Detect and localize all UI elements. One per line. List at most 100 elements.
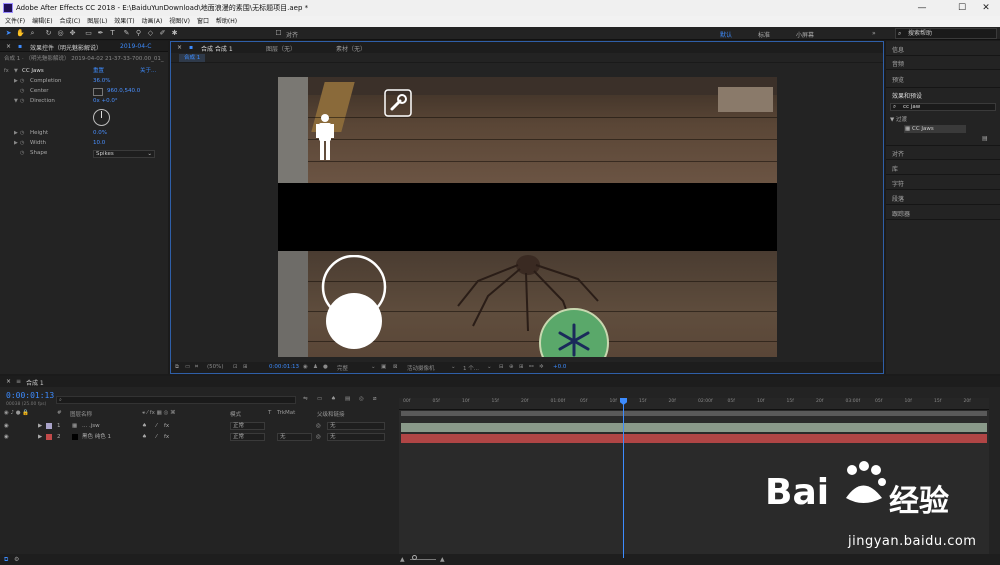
workspace-small-screen[interactable]: 小屏幕 [796,30,814,39]
workspace-default[interactable]: 默认 [720,30,732,39]
stopwatch-icon[interactable]: ◷ [20,77,24,86]
new-bin-icon[interactable]: ▤ [982,135,988,142]
fx-switch-icon[interactable]: fx [164,432,169,442]
effect-controls-tab[interactable]: 效果控件（明光魅影解说） [30,43,102,52]
type-tool-icon[interactable]: T [108,29,117,38]
menu-composition[interactable]: 合成(C) [59,16,80,27]
table-row[interactable]: ◉ ▶ 2 黑色 纯色 1 ♠ ⁄ fx 正常 无 ◎ 无 [0,432,398,442]
menu-window[interactable]: 窗口 [197,16,209,27]
snapshot-camera-icon[interactable]: ◉ [303,364,308,370]
comp-button-icon[interactable]: ⧉ [4,556,8,564]
channel-color-icon[interactable]: ● [323,364,328,370]
player-figure-icon[interactable] [315,113,335,161]
show-snapshot-icon[interactable]: ♟ [313,364,318,370]
menu-view[interactable]: 视图(V) [169,16,190,27]
completion-value[interactable]: 36.0% [93,77,110,86]
maximize-button[interactable]: ☐ [952,2,972,14]
panel-library[interactable]: 库 [892,164,898,173]
panel-preview[interactable]: 预览 [892,75,904,84]
layer-name[interactable]: 黑色 纯色 1 [82,432,111,442]
layer-2-duration-bar[interactable] [401,434,987,443]
expand-triangle-icon[interactable]: ▶ [38,421,42,431]
mode-dropdown[interactable]: 正常 [230,422,265,430]
tab-composition[interactable]: 合成 合成 1 [201,44,233,53]
region-icon[interactable]: ⊡ [233,364,238,370]
close-tab-icon[interactable]: × [6,43,11,50]
chevron-down-icon[interactable]: ⌄ [487,364,492,370]
quality-switch-icon[interactable]: ⁄ [156,421,157,431]
menu-layer[interactable]: 图层(L) [87,16,107,27]
playhead-line[interactable] [623,398,624,558]
motion-blur-icon[interactable]: ◎ [359,396,364,402]
panel-audio[interactable]: 音频 [892,59,904,68]
parent-dropdown[interactable]: 无 [327,433,385,441]
quality-switch-icon[interactable]: ⁄ [156,432,157,442]
current-time-display[interactable]: 0:00:01:13 [269,364,299,370]
puppet-tool-icon[interactable]: ✱ [170,29,179,38]
width-value[interactable]: 10.0 [93,139,105,148]
effects-category[interactable]: ▼ 过渡 [890,115,907,123]
panel-tracker[interactable]: 跟踪器 [892,209,910,218]
chevron-down-icon[interactable]: ⌄ [371,364,376,370]
center-value[interactable]: 960.0,540.0 [107,87,140,96]
label-color-chip[interactable] [46,423,52,429]
panel-character[interactable]: 字符 [892,179,904,188]
views-dropdown[interactable]: 1 个... [463,364,479,372]
column-trkmat[interactable]: TrkMat [277,410,295,416]
table-row[interactable]: ◉ ▶ 1 ▦ ... .jsw ♠ ⁄ fx 正常 ◎ 无 [0,421,398,431]
direction-value[interactable]: 0x +0.0° [93,97,118,106]
help-search-input[interactable]: ⌕ 搜索帮助 [895,28,997,39]
composition-viewer[interactable] [278,77,777,357]
close-tab-icon[interactable]: × [177,44,182,51]
shy-switch-icon[interactable]: ♠ [142,421,147,431]
stopwatch-icon[interactable]: ◷ [20,87,24,96]
expand-triangle-icon[interactable]: ▶ [14,139,18,148]
brush-tool-icon[interactable]: ✎ [122,29,131,38]
draft-3d-icon[interactable]: ▭ [317,396,322,402]
layer-search-input[interactable]: ⌕ [56,396,296,404]
column-mode[interactable]: 模式 [230,410,241,418]
tab-layer[interactable]: 图层（无） [266,44,296,53]
snowflake-button-icon[interactable] [538,307,610,357]
comp-flowchart-icon[interactable]: ⚯ [529,364,534,370]
rotate-tool-icon[interactable]: ↻ [44,29,53,38]
fx-toggle-icon[interactable]: fx [4,67,9,76]
camera-dropdown[interactable]: 活动摄像机 [407,364,435,372]
trkmat-dropdown[interactable]: 无 [277,433,312,441]
menu-lines-icon[interactable]: ≡ [16,378,21,385]
expand-triangle-icon[interactable]: ▶ [38,432,42,442]
fit-icon[interactable]: ⊞ [243,364,248,370]
selection-tool-icon[interactable]: ➤ [4,29,13,38]
menu-file[interactable]: 文件(F) [5,16,25,27]
camera-tool-icon[interactable]: ◎ [56,29,65,38]
height-value[interactable]: 0.0% [93,129,107,138]
workspace-more-icon[interactable]: » [872,30,876,37]
pan-behind-tool-icon[interactable]: ✥ [68,29,77,38]
timeline-icon[interactable]: ⊞ [519,364,524,370]
virtual-joystick-icon[interactable] [320,255,390,351]
always-preview-icon[interactable]: ⧉ [175,364,179,371]
zoom-dropdown[interactable]: (50%) [207,364,224,370]
menu-animation[interactable]: 动画(A) [142,16,163,27]
pen-tool-icon[interactable]: ✒ [96,29,105,38]
wrench-icon[interactable] [384,89,412,117]
region-of-interest-icon[interactable]: ▣ [381,364,386,370]
lock-icon[interactable]: ▪ [18,43,22,50]
reset-link[interactable]: 重置 [93,67,104,76]
zoom-tool-icon[interactable]: ⌕ [28,29,37,38]
expand-triangle-icon[interactable]: ▶ [14,77,18,86]
eye-icon[interactable]: ◉ [4,432,9,442]
toggle-switches-icon[interactable]: ⚙ [14,556,19,563]
toggle-pixel-aspect-icon[interactable]: ⊟ [499,364,504,370]
panel-align[interactable]: 对齐 [892,149,904,158]
about-link[interactable]: 关于... [140,67,156,76]
chevron-down-icon[interactable]: ⌄ [451,364,456,370]
menu-help[interactable]: 帮助(H) [216,16,237,27]
mode-dropdown[interactable]: 正常 [230,433,265,441]
zoom-in-icon[interactable]: ▲ [440,556,445,563]
parent-dropdown[interactable]: 无 [327,422,385,430]
timeline-tab[interactable]: 合成 1 [26,378,44,387]
shape-dropdown[interactable]: Spikes ⌄ [93,150,155,158]
exposure-reset-icon[interactable]: ✲ [539,364,544,370]
time-ruler[interactable]: 00f 05f 10f 15f 20f 01:00f 05f 10f 15f 20f 02:00f 0… [399,398,989,410]
